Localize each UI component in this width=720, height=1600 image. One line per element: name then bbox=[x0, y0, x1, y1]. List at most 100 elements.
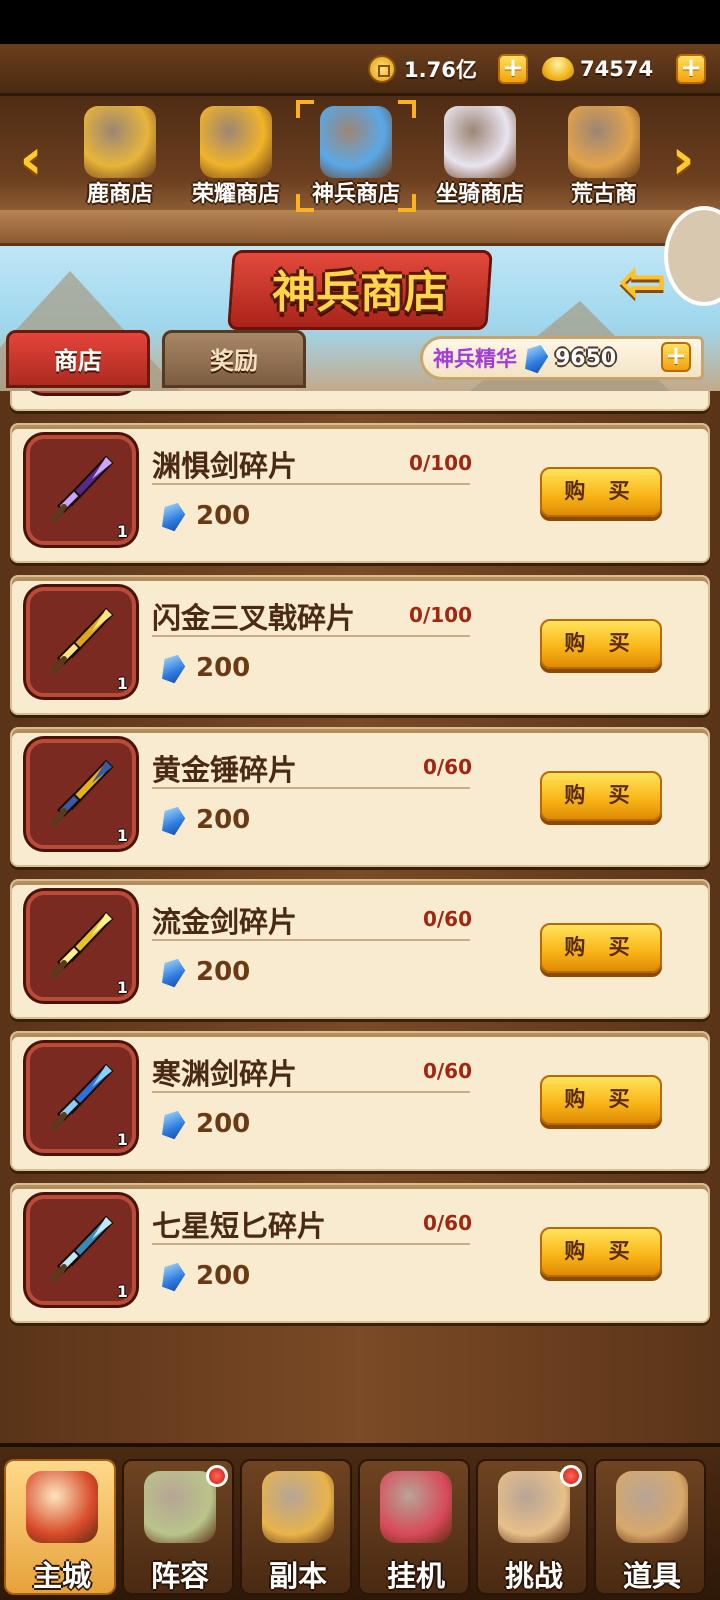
purchase-count: 0/60 bbox=[422, 755, 472, 779]
shop-tab-5[interactable]: 荒古商 bbox=[544, 100, 664, 212]
shop-item-list[interactable]: 1150购 买1渊惧剑碎片0/100200购 买1闪金三叉戟碎片0/100200… bbox=[0, 391, 720, 1443]
ingot-display: 74574 bbox=[542, 53, 653, 85]
item-icon-frame[interactable]: 1 bbox=[26, 587, 136, 697]
ingot-amount: 74574 bbox=[580, 57, 654, 81]
item-icon-frame[interactable]: 1 bbox=[26, 435, 136, 545]
nav-label: 道具 bbox=[622, 1559, 681, 1593]
item-quantity: 1 bbox=[116, 674, 128, 693]
item-price: 200 bbox=[162, 1261, 250, 1291]
tab-shop[interactable]: 商店 bbox=[6, 330, 150, 388]
shop-item-card: 1 七星短匕碎片 0/60 200 购 买 bbox=[10, 1183, 710, 1323]
price-value: 200 bbox=[196, 653, 251, 683]
item-price: 200 bbox=[162, 1109, 250, 1139]
purchase-count: 0/60 bbox=[422, 1211, 472, 1235]
treasure-bag-icon bbox=[380, 1471, 452, 1543]
nav-label: 挂机 bbox=[386, 1559, 445, 1593]
buy-button[interactable]: 购 买 bbox=[540, 923, 662, 973]
purchase-count: 0/100 bbox=[409, 451, 472, 475]
gold-medal-icon bbox=[200, 106, 272, 178]
notification-dot bbox=[560, 1465, 582, 1487]
divider bbox=[152, 635, 470, 637]
divider bbox=[152, 1091, 470, 1093]
nav-item-6[interactable]: 道具 bbox=[594, 1459, 706, 1595]
item-quantity: 1 bbox=[116, 826, 128, 845]
buy-button[interactable]: 购 买 bbox=[540, 771, 662, 821]
item-price: 200 bbox=[162, 805, 250, 835]
shop-tab-label: 鹿商店 bbox=[86, 182, 153, 207]
buy-button[interactable]: 购 买 bbox=[540, 1075, 662, 1125]
gold-ingot-icon bbox=[542, 57, 574, 81]
nav-item-2[interactable]: 阵容 bbox=[122, 1459, 234, 1595]
tab-reward[interactable]: 奖励 bbox=[162, 330, 306, 388]
golden-trident-icon bbox=[51, 607, 114, 674]
shop-item-card: 1 寒渊剑碎片 0/60 200 购 买 bbox=[10, 1031, 710, 1171]
item-icon-frame[interactable]: 1 bbox=[26, 739, 136, 849]
nav-item-1[interactable]: 主城 bbox=[4, 1459, 116, 1595]
item-name: 渊惧剑碎片 bbox=[152, 449, 298, 483]
divider bbox=[152, 483, 470, 485]
item-name: 闪金三叉戟碎片 bbox=[152, 601, 356, 635]
selection-corner bbox=[398, 100, 416, 118]
shop-item-card: 1 闪金三叉戟碎片 0/100 200 购 买 bbox=[10, 575, 710, 715]
item-icon-frame[interactable]: 1 bbox=[26, 391, 136, 393]
price-value: 200 bbox=[196, 501, 251, 531]
shop-item-card: 1 黄金锤碎片 0/60 200 购 买 bbox=[10, 727, 710, 867]
ornate-chest-icon bbox=[84, 106, 156, 178]
nav-item-4[interactable]: 挂机 bbox=[358, 1459, 470, 1595]
chevron-left-icon[interactable]: ‹ bbox=[8, 130, 54, 190]
shop-item-card: 1150购 买 bbox=[10, 391, 710, 411]
ice-sword-icon bbox=[51, 1063, 114, 1130]
shop-item-card: 1 渊惧剑碎片 0/100 200 购 买 bbox=[10, 423, 710, 563]
golden-hammer-icon bbox=[51, 759, 114, 826]
shop-tab-3[interactable]: 神兵商店 bbox=[296, 100, 416, 212]
formation-icon bbox=[144, 1471, 216, 1543]
shop-tab-2[interactable]: 荣耀商店 bbox=[176, 100, 296, 212]
blue-gem-icon bbox=[158, 651, 188, 685]
divider bbox=[152, 1243, 470, 1245]
price-value: 200 bbox=[196, 957, 251, 987]
divider bbox=[152, 939, 470, 941]
coin-amount: 1.76亿 bbox=[404, 58, 477, 82]
nav-item-3[interactable]: 副本 bbox=[240, 1459, 352, 1595]
shop-item-card: 1 流金剑碎片 0/60 200 购 买 bbox=[10, 879, 710, 1019]
price-value: 200 bbox=[196, 1261, 251, 1291]
purchase-count: 0/60 bbox=[422, 1059, 472, 1083]
blue-gem-icon bbox=[158, 1107, 188, 1141]
shop-tab-1[interactable]: 鹿商店 bbox=[60, 100, 180, 212]
item-icon-frame[interactable]: 1 bbox=[26, 1043, 136, 1153]
coin-display: 1.76亿 bbox=[368, 53, 477, 85]
add-essence-button[interactable]: + bbox=[661, 342, 691, 372]
shop-tab-4[interactable]: 坐骑商店 bbox=[420, 100, 540, 212]
essence-display: 神兵精华 9650 + bbox=[420, 336, 704, 380]
shop-strip-floor bbox=[0, 210, 720, 246]
currency-bar: 1.76亿 + 74574 + bbox=[0, 44, 720, 96]
price-value: 200 bbox=[196, 805, 251, 835]
item-icon-frame[interactable]: 1 bbox=[26, 891, 136, 1001]
add-coins-button[interactable]: + bbox=[498, 54, 528, 84]
item-name: 寒渊剑碎片 bbox=[152, 1057, 298, 1091]
chevron-right-icon[interactable]: › bbox=[660, 130, 706, 190]
purchase-count: 0/100 bbox=[409, 603, 472, 627]
scroll-map-icon bbox=[262, 1471, 334, 1543]
buy-button[interactable]: 购 买 bbox=[540, 467, 662, 517]
page-title: 神兵商店 bbox=[272, 267, 448, 318]
star-dagger-icon bbox=[51, 1215, 114, 1282]
item-quantity: 1 bbox=[116, 1282, 128, 1301]
coin-icon bbox=[368, 55, 396, 83]
deer-mount-icon bbox=[444, 106, 516, 178]
blue-gem-icon bbox=[158, 499, 188, 533]
blue-gem-icon bbox=[158, 803, 188, 837]
buy-button[interactable]: 购 买 bbox=[540, 1227, 662, 1277]
selection-corner bbox=[398, 194, 416, 212]
item-icon-frame[interactable]: 1 bbox=[26, 1195, 136, 1305]
add-ingots-button[interactable]: + bbox=[676, 54, 706, 84]
item-price: 200 bbox=[162, 653, 250, 683]
item-quantity: 1 bbox=[116, 978, 128, 997]
essence-amount: 9650 bbox=[555, 345, 617, 371]
shop-tab-label: 坐骑商店 bbox=[435, 182, 524, 207]
buy-button[interactable]: 购 买 bbox=[540, 619, 662, 669]
item-name: 七星短匕碎片 bbox=[152, 1209, 327, 1243]
nav-item-5[interactable]: 挑战 bbox=[476, 1459, 588, 1595]
item-price: 200 bbox=[162, 957, 250, 987]
sword-icon bbox=[320, 106, 392, 178]
